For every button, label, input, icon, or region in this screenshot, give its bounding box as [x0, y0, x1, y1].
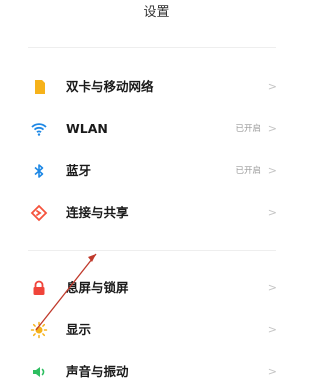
settings-item-connection-sharing[interactable]: 连接与共享 >: [0, 193, 313, 233]
settings-item-wlan[interactable]: WLAN 已开启 >: [0, 109, 313, 149]
settings-item-lock-screen[interactable]: 息屏与锁屏 >: [0, 268, 313, 308]
chevron-right-icon: >: [267, 206, 277, 219]
top-divider: [28, 47, 276, 48]
settings-item-label: 显示: [66, 322, 92, 337]
settings-item-sound-vibration[interactable]: 声音与振动 >: [0, 352, 313, 392]
chevron-right-icon: >: [267, 80, 277, 93]
status-text: 已开启: [235, 166, 261, 176]
settings-item-label: 声音与振动: [66, 364, 129, 379]
settings-item-label: 双卡与移动网络: [66, 79, 154, 94]
sim-card-icon: [35, 80, 45, 94]
settings-item-label: 蓝牙: [66, 163, 92, 178]
settings-item-display[interactable]: 显示 >: [0, 310, 313, 350]
chevron-right-icon: >: [267, 281, 277, 294]
lock-icon: [33, 280, 45, 295]
sun-icon: [30, 321, 48, 339]
settings-item-label: WLAN: [66, 121, 108, 136]
bluetooth-icon: [34, 164, 44, 178]
settings-item-dual-sim[interactable]: 双卡与移动网络 >: [0, 67, 313, 107]
settings-item-bluetooth[interactable]: 蓝牙 已开启 >: [0, 151, 313, 191]
wifi-icon: [31, 123, 47, 136]
page-title: 设置: [143, 5, 170, 20]
chevron-right-icon: >: [267, 323, 277, 336]
settings-item-label: 连接与共享: [66, 205, 129, 220]
chevron-right-icon: >: [267, 122, 277, 135]
settings-item-label: 息屏与锁屏: [66, 280, 129, 295]
share-connection-icon: [30, 204, 48, 222]
group-divider: [28, 250, 276, 251]
chevron-right-icon: >: [267, 365, 277, 378]
chevron-right-icon: >: [267, 164, 277, 177]
speaker-icon: [33, 367, 45, 377]
status-text: 已开启: [235, 124, 261, 134]
